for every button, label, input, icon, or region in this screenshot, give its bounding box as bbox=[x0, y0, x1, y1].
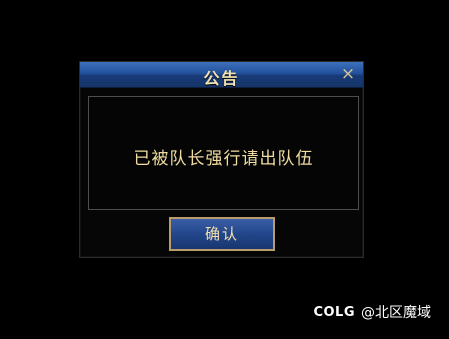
game-screen: 公告 × 已被队长强行请出队伍 确认 COLG @北区魔域 bbox=[0, 0, 449, 339]
watermark-source: @北区魔域 bbox=[361, 305, 431, 321]
dialog-title-bar: 公告 × bbox=[80, 62, 363, 88]
message-panel: 已被队长强行请出队伍 bbox=[88, 96, 359, 210]
close-icon[interactable]: × bbox=[338, 64, 358, 84]
dialog-title: 公告 bbox=[203, 69, 240, 88]
watermark: COLG @北区魔域 bbox=[313, 302, 431, 322]
announcement-message: 已被队长强行请出队伍 bbox=[133, 149, 314, 169]
confirm-button[interactable]: 确认 bbox=[169, 217, 275, 251]
colg-logo: COLG bbox=[313, 304, 355, 320]
announcement-dialog: 公告 × 已被队长强行请出队伍 确认 bbox=[79, 61, 364, 258]
